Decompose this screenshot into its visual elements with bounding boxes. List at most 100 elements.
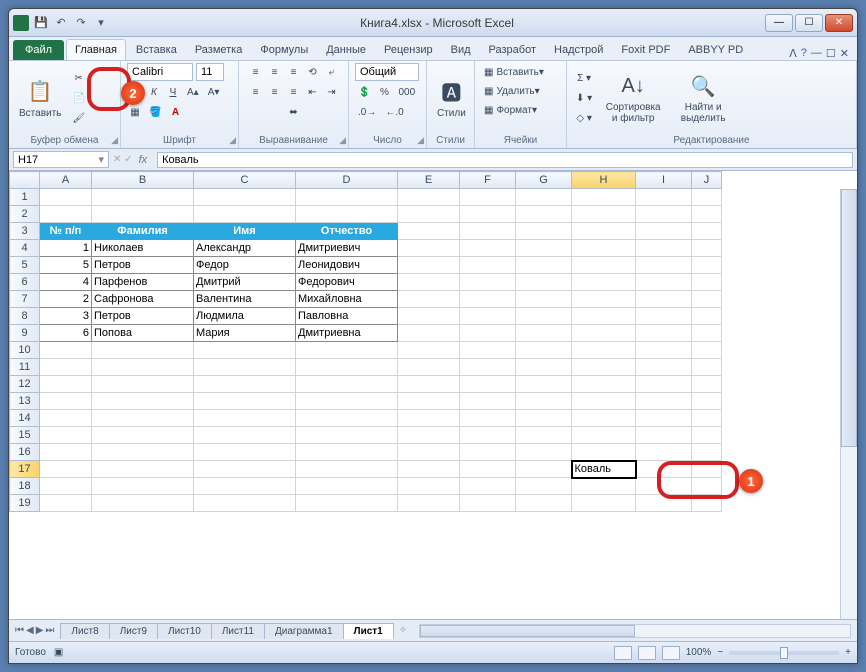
copy-button[interactable]: 📄 <box>69 89 88 107</box>
zoom-slider[interactable] <box>729 651 839 655</box>
maximize-button[interactable]: ☐ <box>795 14 823 32</box>
doc-close-icon[interactable]: ✕ <box>840 47 849 60</box>
formula-input[interactable]: Коваль <box>157 152 853 168</box>
macro-icon[interactable]: ▣ <box>54 647 63 658</box>
format-painter-button[interactable]: 🖌 <box>69 109 88 127</box>
help-icon[interactable]: ? <box>801 47 807 60</box>
zoom-level[interactable]: 100% <box>686 647 712 658</box>
align-right-icon[interactable]: ≡ <box>286 83 302 101</box>
save-icon[interactable]: 💾 <box>33 15 49 31</box>
tab-data[interactable]: Данные <box>318 40 374 60</box>
normal-view-icon[interactable] <box>614 646 632 660</box>
align-bot-icon[interactable]: ≡ <box>286 63 302 81</box>
font-dialog-icon[interactable]: ◢ <box>229 135 236 146</box>
underline-button[interactable]: Ч <box>165 83 181 101</box>
tab-developer[interactable]: Разработ <box>481 40 544 60</box>
font-color-button[interactable]: A <box>167 103 183 121</box>
indent-inc-icon[interactable]: ⇥ <box>324 83 340 101</box>
sheet-tab[interactable]: Лист1 <box>343 623 394 639</box>
border-button[interactable]: ▦ <box>127 103 143 121</box>
sheet-tab[interactable]: Лист9 <box>109 623 158 639</box>
prev-sheet-icon[interactable]: ◀ <box>26 625 34 636</box>
close-button[interactable]: ✕ <box>825 14 853 32</box>
doc-min-icon[interactable]: — <box>811 47 822 60</box>
tab-home[interactable]: Главная <box>66 39 126 60</box>
sheet-tab[interactable]: Лист11 <box>211 623 265 639</box>
percent-icon[interactable]: % <box>376 83 392 101</box>
first-sheet-icon[interactable]: ⏮ <box>15 625 24 636</box>
last-sheet-icon[interactable]: ⏭ <box>45 625 54 636</box>
window-title: Книга4.xlsx - Microsoft Excel <box>109 16 765 30</box>
styles-button[interactable]: 🅰 Стили <box>433 76 470 121</box>
file-tab[interactable]: Файл <box>13 40 64 60</box>
vertical-scrollbar[interactable] <box>840 189 857 619</box>
sheet-tab[interactable]: Лист10 <box>157 623 212 639</box>
sheet-tab[interactable]: Лист8 <box>60 623 109 639</box>
grow-font-icon[interactable]: A▴ <box>184 83 202 101</box>
delete-cells-button[interactable]: ▦ Удалить ▾ <box>481 82 565 100</box>
tab-abbyy[interactable]: ABBYY PD <box>680 40 751 60</box>
clipboard-dialog-icon[interactable]: ◢ <box>111 135 118 146</box>
insert-cells-button[interactable]: ▦ Вставить ▾ <box>481 63 565 81</box>
cut-button[interactable]: ✂ <box>69 69 88 87</box>
spreadsheet-grid[interactable]: ABCDEFGHIJ123№ п/пФамилияИмяОтчество41Ни… <box>9 171 722 512</box>
orientation-icon[interactable]: ⟲ <box>305 63 321 81</box>
zoom-in-icon[interactable]: + <box>845 647 851 658</box>
name-box[interactable]: H17▾ <box>13 151 109 168</box>
inc-decimal-icon[interactable]: .0→ <box>355 103 379 121</box>
qat-dropdown-icon[interactable]: ▾ <box>93 15 109 31</box>
fill-color-button[interactable]: 🪣 <box>146 103 164 121</box>
italic-button[interactable]: К <box>146 83 162 101</box>
ribbon: 📋 Вставить ✂ 📄 🖌 Буфер обмена ◢ 2 Calibr… <box>9 61 857 149</box>
app-icon[interactable] <box>13 15 29 31</box>
dec-decimal-icon[interactable]: ←.0 <box>382 103 406 121</box>
page-layout-view-icon[interactable] <box>638 646 656 660</box>
indent-dec-icon[interactable]: ⇤ <box>305 83 321 101</box>
number-format-combo[interactable]: Общий <box>355 63 419 81</box>
enter-icon[interactable]: ✓ <box>124 154 132 165</box>
tab-review[interactable]: Рецензир <box>376 40 441 60</box>
zoom-out-icon[interactable]: − <box>717 647 723 658</box>
paste-button[interactable]: 📋 Вставить <box>15 76 65 121</box>
sheet-tab[interactable]: Диаграмма1 <box>264 623 344 639</box>
merge-button[interactable]: ⬌ <box>286 103 302 121</box>
align-dialog-icon[interactable]: ◢ <box>339 135 346 146</box>
minimize-button[interactable]: — <box>765 14 793 32</box>
format-cells-button[interactable]: ▦ Формат ▾ <box>481 101 565 119</box>
page-break-view-icon[interactable] <box>662 646 680 660</box>
find-select-button[interactable]: 🔍 Найти и выделить <box>671 70 735 126</box>
align-top-icon[interactable]: ≡ <box>248 63 264 81</box>
sort-filter-button[interactable]: A↓ Сортировка и фильтр <box>599 70 667 126</box>
minimize-ribbon-icon[interactable]: ᐱ <box>789 47 797 60</box>
number-dialog-icon[interactable]: ◢ <box>417 135 424 146</box>
redo-icon[interactable]: ↷ <box>73 15 89 31</box>
doc-max-icon[interactable]: ☐ <box>826 47 836 60</box>
tab-foxit[interactable]: Foxit PDF <box>613 40 678 60</box>
cancel-icon[interactable]: ✕ <box>113 154 121 165</box>
font-size-combo[interactable]: 11 <box>196 63 224 81</box>
tab-addins[interactable]: Надстрой <box>546 40 611 60</box>
clear-icon[interactable]: ◇ ▾ <box>573 109 595 127</box>
fill-icon[interactable]: ⬇ ▾ <box>573 89 595 107</box>
tab-layout[interactable]: Разметка <box>187 40 251 60</box>
tab-formulas[interactable]: Формулы <box>252 40 316 60</box>
font-name-combo[interactable]: Calibri <box>127 63 193 81</box>
shrink-font-icon[interactable]: A▾ <box>205 83 223 101</box>
status-ready: Готово <box>15 647 46 658</box>
wrap-text-button[interactable]: ⤶ <box>324 63 340 81</box>
sort-icon: A↓ <box>619 72 647 100</box>
next-sheet-icon[interactable]: ▶ <box>36 625 44 636</box>
comma-icon[interactable]: 000 <box>395 83 418 101</box>
align-mid-icon[interactable]: ≡ <box>267 63 283 81</box>
align-left-icon[interactable]: ≡ <box>248 83 264 101</box>
currency-icon[interactable]: 💲 <box>355 83 373 101</box>
grid-area: ABCDEFGHIJ123№ п/пФамилияИмяОтчество41Ни… <box>9 171 857 619</box>
new-sheet-icon[interactable]: ✧ <box>393 625 413 636</box>
horizontal-scrollbar[interactable] <box>419 624 851 638</box>
undo-icon[interactable]: ↶ <box>53 15 69 31</box>
fx-icon[interactable]: fx <box>133 154 154 166</box>
autosum-icon[interactable]: Σ ▾ <box>573 69 595 87</box>
tab-insert[interactable]: Вставка <box>128 40 185 60</box>
align-center-icon[interactable]: ≡ <box>267 83 283 101</box>
tab-view[interactable]: Вид <box>443 40 479 60</box>
